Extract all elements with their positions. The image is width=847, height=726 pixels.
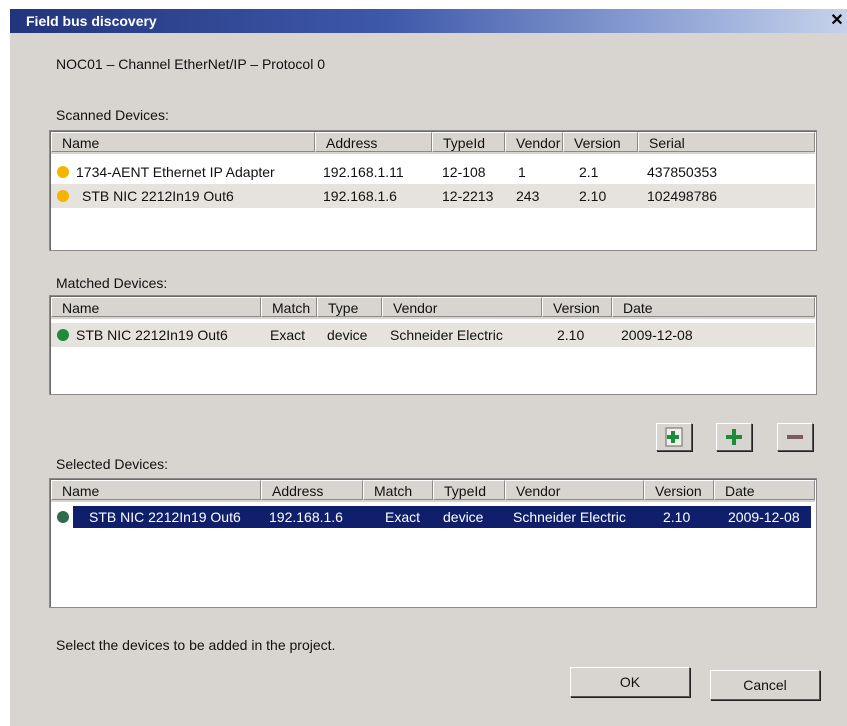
close-icon[interactable]: ✕: [829, 13, 845, 29]
device-match: Exact: [385, 509, 421, 525]
selected-devices-label: Selected Devices:: [56, 456, 169, 472]
col-header-vendor[interactable]: Vendor: [505, 132, 563, 152]
device-vendor: 243: [516, 188, 540, 204]
hint-text: Select the devices to be added in the pr…: [56, 637, 336, 653]
table-row[interactable]: STB NIC 2212In19 Out6 Exact device Schne…: [51, 323, 815, 347]
col-header-type[interactable]: Type: [317, 297, 382, 317]
device-version: 2.10: [579, 188, 607, 204]
device-match: Exact: [270, 327, 306, 343]
col-header-version[interactable]: Version: [644, 480, 714, 500]
status-dot-icon: [57, 190, 69, 202]
device-version: 2.10: [663, 509, 691, 525]
col-header-version[interactable]: Version: [542, 297, 612, 317]
matched-devices-label: Matched Devices:: [56, 275, 168, 291]
status-dot-icon: [57, 329, 69, 341]
col-header-typeid[interactable]: TypeId: [432, 132, 505, 152]
device-serial: 102498786: [647, 188, 718, 204]
col-header-name[interactable]: Name: [51, 480, 261, 500]
table-row[interactable]: 1734-AENT Ethernet IP Adapter 192.168.1.…: [51, 160, 815, 184]
add-all-button[interactable]: [656, 423, 692, 451]
col-header-date[interactable]: Date: [714, 480, 815, 500]
device-vendor: Schneider Electric: [513, 509, 626, 525]
device-name: STB NIC 2212In19 Out6: [89, 509, 241, 525]
selected-devices-list[interactable]: Name Address Match TypeId Vendor Version…: [49, 478, 817, 608]
col-header-name[interactable]: Name: [51, 132, 315, 152]
col-header-address[interactable]: Address: [261, 480, 363, 500]
col-header-name[interactable]: Name: [51, 297, 261, 317]
device-type: device: [327, 327, 368, 343]
device-date: 2009-12-08: [621, 327, 693, 343]
col-header-match[interactable]: Match: [363, 480, 433, 500]
scanned-devices-label: Scanned Devices:: [56, 107, 169, 123]
plus-icon: [726, 429, 742, 445]
col-header-match[interactable]: Match: [261, 297, 317, 317]
matched-header: Name Match Type Vendor Version Date: [51, 297, 815, 319]
device-name: STB NIC 2212In19 Out6: [76, 327, 228, 343]
scanned-devices-list[interactable]: Name Address TypeId Vendor Version Seria…: [49, 130, 817, 251]
device-typeid: device: [443, 509, 484, 525]
col-header-vendor[interactable]: Vendor: [505, 480, 644, 500]
title-bar: Field bus discovery ✕: [10, 9, 847, 33]
device-serial: 437850353: [647, 164, 718, 180]
device-name: 1734-AENT Ethernet IP Adapter: [76, 164, 275, 180]
device-vendor: 1: [518, 164, 526, 180]
col-header-serial[interactable]: Serial: [638, 132, 815, 152]
device-address: 192.168.1.11: [323, 164, 404, 180]
device-typeid: 12-2213: [442, 188, 494, 204]
col-header-address[interactable]: Address: [315, 132, 432, 152]
table-row[interactable]: STB NIC 2212In19 Out6 192.168.1.6 Exact …: [51, 505, 815, 529]
col-header-vendor[interactable]: Vendor: [382, 297, 542, 317]
minus-icon: [787, 435, 803, 439]
device-address: 192.168.1.6: [269, 509, 343, 525]
cancel-button[interactable]: Cancel: [710, 670, 820, 700]
device-vendor: Schneider Electric: [390, 327, 503, 343]
window-title: Field bus discovery: [26, 13, 157, 29]
table-row[interactable]: STB NIC 2212In19 Out6 192.168.1.6 12-221…: [51, 184, 815, 208]
col-header-typeid[interactable]: TypeId: [433, 480, 505, 500]
channel-label: NOC01 – Channel EtherNet/IP – Protocol 0: [56, 56, 326, 72]
status-dot-icon: [57, 511, 69, 523]
device-version: 2.1: [579, 164, 599, 180]
add-all-icon: [665, 427, 683, 447]
add-button[interactable]: [716, 423, 752, 451]
status-dot-icon: [57, 166, 69, 178]
device-address: 192.168.1.6: [323, 188, 397, 204]
device-typeid: 12-108: [442, 164, 486, 180]
col-header-version[interactable]: Version: [563, 132, 638, 152]
device-date: 2009-12-08: [728, 509, 800, 525]
remove-button[interactable]: [777, 423, 813, 451]
device-version: 2.10: [557, 327, 585, 343]
device-name: STB NIC 2212In19 Out6: [82, 188, 234, 204]
col-header-date[interactable]: Date: [612, 297, 815, 317]
field-bus-discovery-dialog: Field bus discovery ✕ NOC01 – Channel Et…: [10, 9, 847, 726]
scanned-header: Name Address TypeId Vendor Version Seria…: [51, 132, 815, 154]
matched-devices-list[interactable]: Name Match Type Vendor Version Date STB …: [49, 295, 817, 395]
selected-header: Name Address Match TypeId Vendor Version…: [51, 480, 815, 502]
ok-button[interactable]: OK: [570, 667, 690, 697]
